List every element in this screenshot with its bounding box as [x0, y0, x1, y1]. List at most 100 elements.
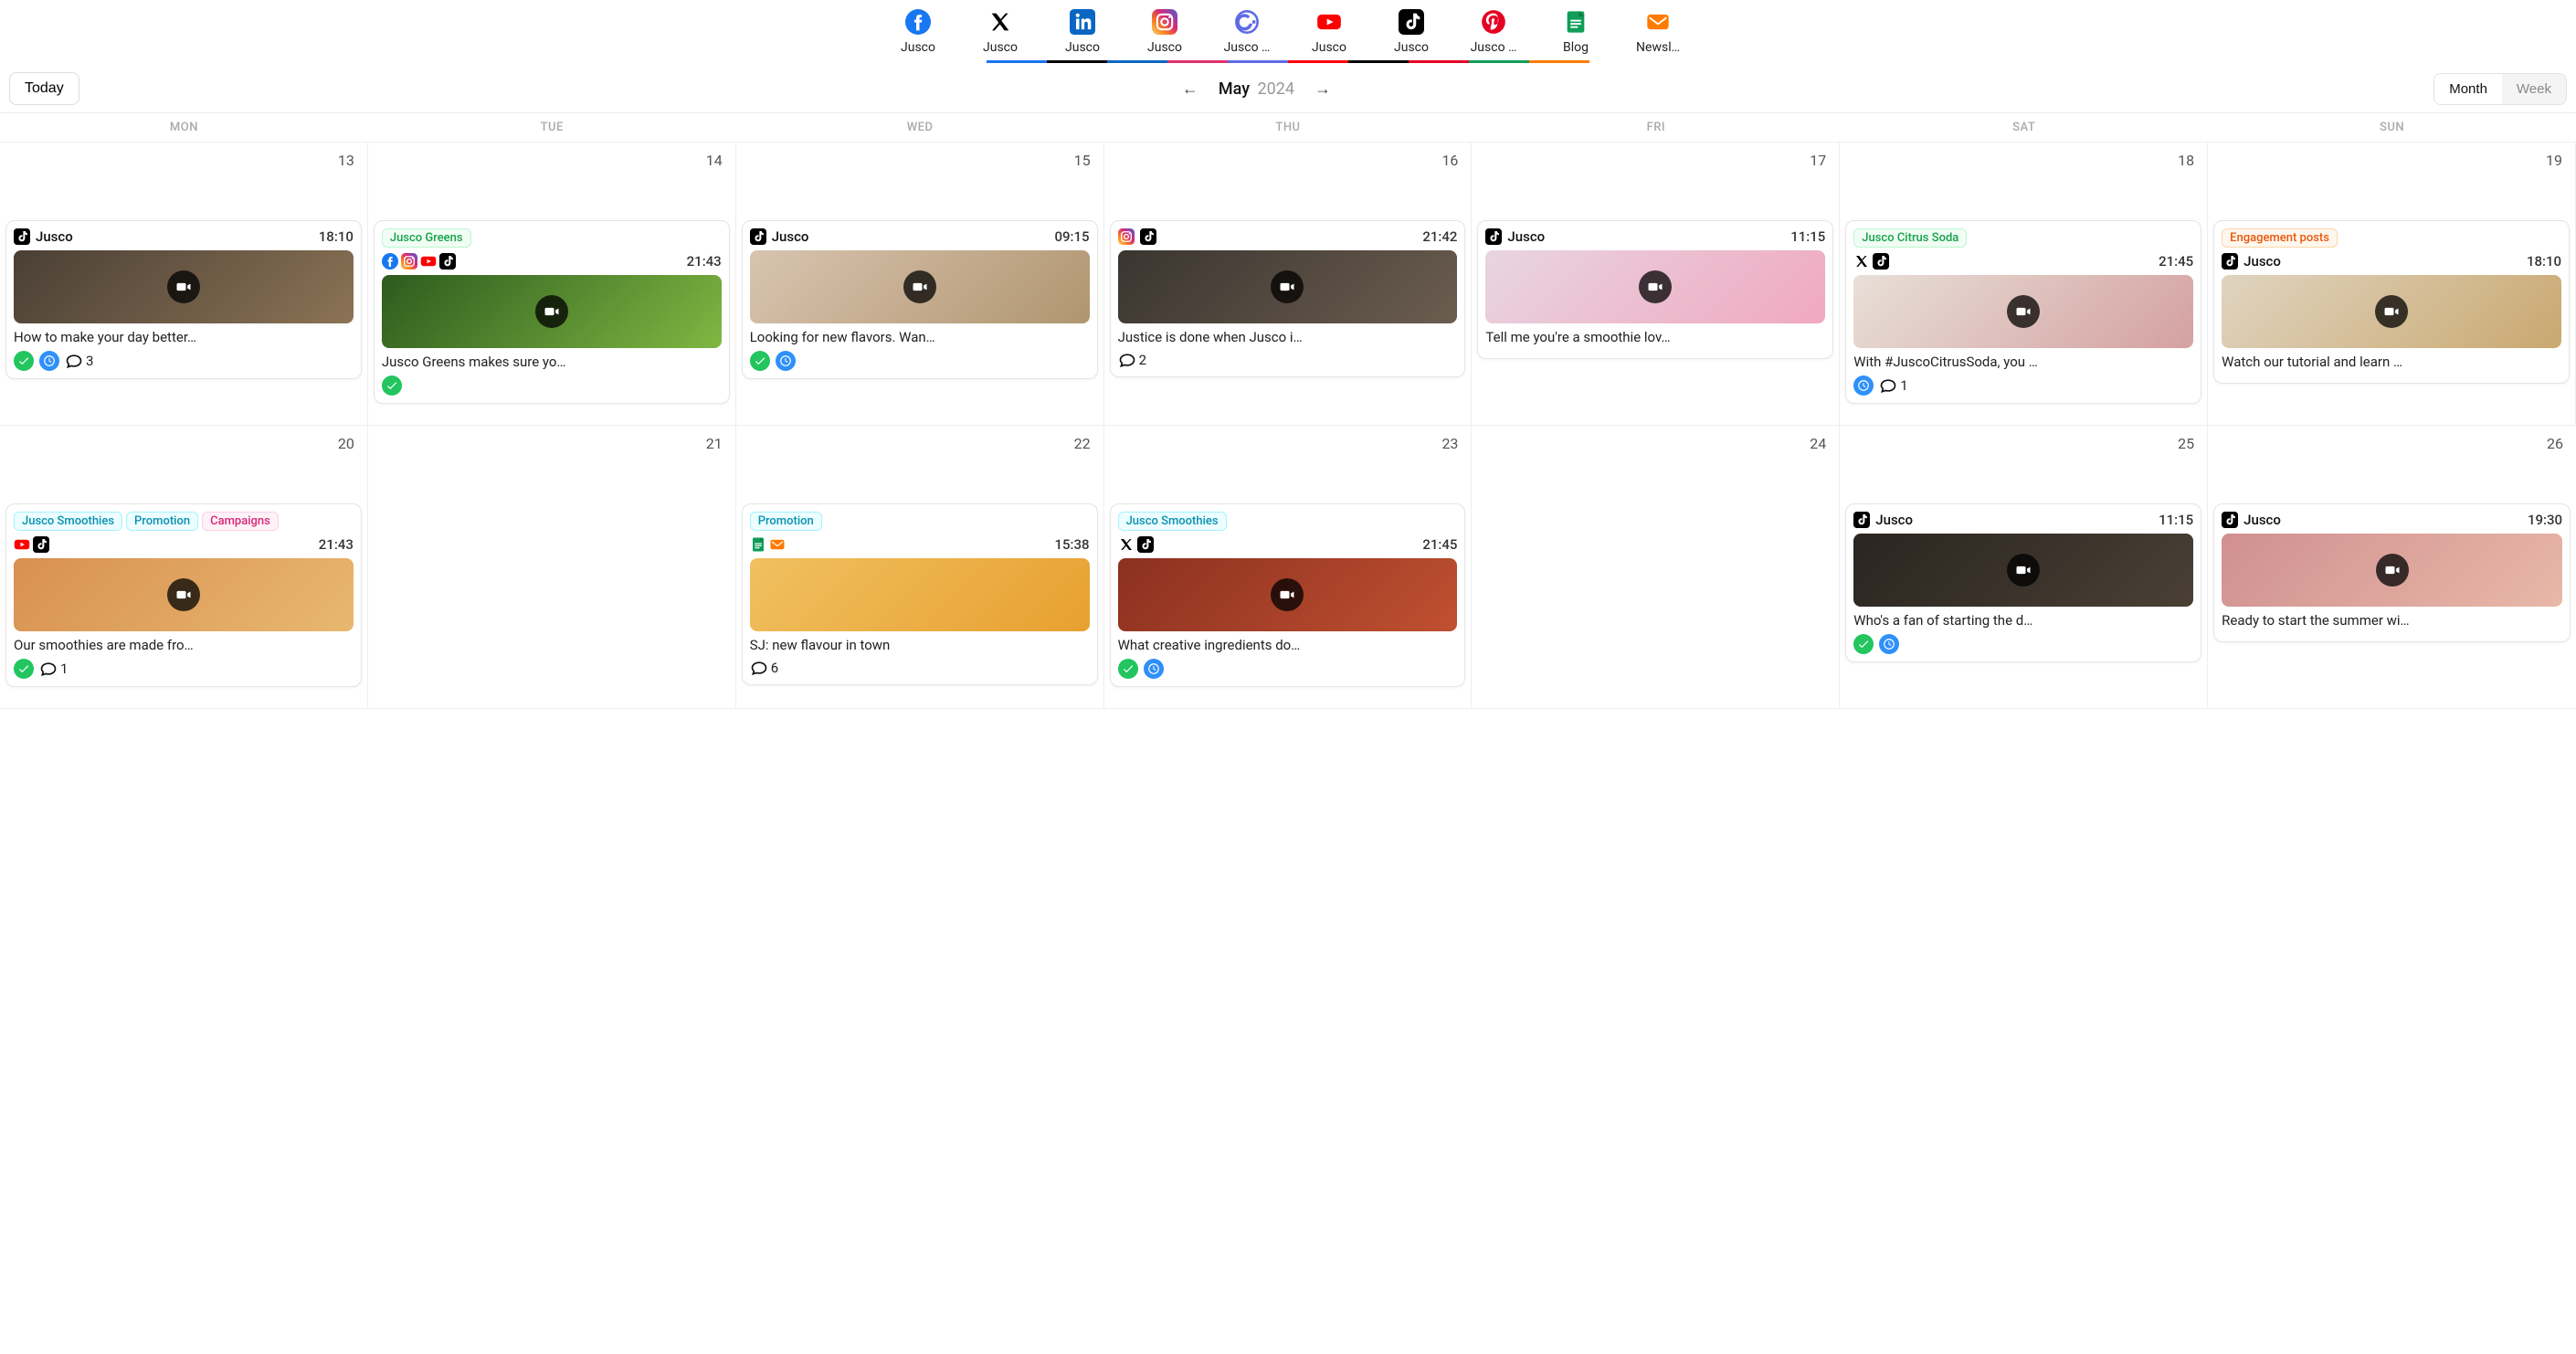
- channel-google[interactable]: Jusco …: [1223, 9, 1271, 55]
- post-card[interactable]: Jusco 09:15 Looking for new flavors. Wan…: [742, 220, 1098, 379]
- account-name: Jusco: [36, 228, 73, 245]
- day-number: 19: [2213, 150, 2570, 175]
- calendar-cell[interactable]: 25Jusco11:15Who's a fan of starting the …: [1840, 426, 2208, 709]
- post-time: 09:15: [1055, 228, 1090, 245]
- prev-month-arrow[interactable]: ←: [1177, 76, 1204, 102]
- channel-label: Jusco: [983, 40, 1018, 55]
- approved-icon: [750, 351, 770, 371]
- calendar-cell[interactable]: 21: [368, 426, 736, 709]
- month-year-label: May 2024: [1219, 79, 1294, 99]
- channel-instagram[interactable]: Jusco: [1141, 9, 1188, 55]
- channel-facebook[interactable]: Jusco: [894, 9, 942, 55]
- comment-count: 6: [750, 659, 778, 677]
- post-time: 18:10: [319, 228, 354, 245]
- post-time: 21:45: [1422, 536, 1457, 553]
- video-icon: [167, 270, 200, 303]
- calendar-cell[interactable]: 1621:42Justice is done when Jusco i…2: [1104, 143, 1473, 426]
- channel-docs[interactable]: Blog: [1552, 9, 1599, 55]
- calendar-cell[interactable]: 26Jusco19:30Ready to start the summer wi…: [2208, 426, 2576, 709]
- channel-tabs: Jusco Jusco Jusco Jusco Jusco … Jusco Ju…: [0, 0, 2576, 55]
- post-card[interactable]: Engagement postsJusco18:10Watch our tuto…: [2213, 220, 2570, 384]
- account-name: Jusco: [772, 228, 809, 245]
- day-number: 24: [1477, 433, 1833, 458]
- post-caption: Ready to start the summer wi…: [2222, 612, 2562, 629]
- status-row: 6: [750, 659, 1090, 677]
- docs-icon: [750, 536, 766, 553]
- calendar-cell[interactable]: 23Jusco Smoothies21:45What creative ingr…: [1104, 426, 1473, 709]
- post-card[interactable]: Jusco SmoothiesPromotionCampaigns21:43Ou…: [5, 503, 362, 687]
- post-caption: What creative ingredients do…: [1118, 637, 1458, 653]
- tiktok-icon: [1137, 536, 1154, 553]
- post-tag: Promotion: [750, 512, 822, 531]
- tiktok-icon: [439, 253, 456, 270]
- tiktok-icon: [2222, 512, 2238, 528]
- post-card[interactable]: Jusco Smoothies21:45What creative ingred…: [1110, 503, 1466, 687]
- account-name: Jusco: [1507, 228, 1545, 245]
- post-thumbnail: [1485, 250, 1825, 323]
- post-card[interactable]: Jusco11:15Tell me you're a smoothie lov…: [1477, 220, 1833, 359]
- post-time: 15:38: [1055, 536, 1090, 553]
- approved-icon: [1853, 634, 1874, 654]
- today-button[interactable]: Today: [9, 72, 79, 105]
- status-row: [1118, 659, 1458, 679]
- weekday-label: SUN: [2208, 113, 2576, 143]
- scheduled-icon: [776, 351, 796, 371]
- post-thumbnail: [1853, 275, 2193, 348]
- status-row: [750, 351, 1090, 371]
- post-card[interactable]: Jusco19:30Ready to start the summer wi…: [2213, 503, 2571, 642]
- channel-x[interactable]: Jusco: [977, 9, 1024, 55]
- post-card[interactable]: Jusco18:10How to make your day better…3: [5, 220, 362, 379]
- instagram-icon: [1118, 228, 1135, 245]
- post-thumbnail: [382, 275, 722, 348]
- channel-label: Jusco …: [1471, 40, 1517, 55]
- approved-icon: [1118, 659, 1138, 679]
- weekday-label: SAT: [1840, 113, 2208, 143]
- post-card[interactable]: 21:42Justice is done when Jusco i…2: [1110, 220, 1466, 377]
- approved-icon: [14, 659, 34, 679]
- channel-mail[interactable]: Newsl…: [1634, 9, 1682, 55]
- calendar-cell[interactable]: 17 Jusco11:15Tell me you're a smoothie lo…: [1472, 143, 1840, 426]
- weekday-label: MON: [0, 113, 368, 143]
- channel-linkedin[interactable]: Jusco: [1059, 9, 1106, 55]
- day-number: 22: [742, 433, 1098, 458]
- day-number: 21: [374, 433, 730, 458]
- status-row: [1853, 634, 2193, 654]
- calendar-cell[interactable]: 14Jusco Greens21:43Jusco Greens makes su…: [368, 143, 736, 426]
- post-card[interactable]: Jusco11:15Who's a fan of starting the d…: [1845, 503, 2201, 662]
- post-thumbnail: [1118, 250, 1458, 323]
- channel-tiktok[interactable]: Jusco: [1388, 9, 1435, 55]
- scheduled-icon: [1853, 376, 1874, 396]
- calendar-cell[interactable]: 15 Jusco 09:15 Looking for new flavors. Wan…: [736, 143, 1104, 426]
- channel-pinterest[interactable]: Jusco …: [1470, 9, 1517, 55]
- calendar-cell[interactable]: 19 Engagement postsJusco18:10Watch our tu…: [2208, 143, 2576, 426]
- post-card[interactable]: Promotion15:38SJ: new flavour in town6: [742, 503, 1098, 685]
- channel-youtube[interactable]: Jusco: [1305, 9, 1353, 55]
- x-icon: [987, 9, 1013, 35]
- calendar-cell[interactable]: 22Promotion15:38SJ: new flavour in town6: [736, 426, 1104, 709]
- instagram-icon: [401, 253, 417, 270]
- post-card[interactable]: Jusco Greens21:43Jusco Greens makes sure…: [374, 220, 730, 404]
- calendar-cell[interactable]: 20Jusco SmoothiesPromotionCampaigns21:43…: [0, 426, 368, 709]
- status-row: 3: [14, 351, 354, 371]
- day-number: 17: [1477, 150, 1833, 175]
- calendar-cell[interactable]: 13Jusco18:10How to make your day better……: [0, 143, 368, 426]
- post-tag: Jusco Greens: [382, 228, 471, 248]
- post-caption: Looking for new flavors. Wan…: [750, 329, 1090, 345]
- channel-label: Jusco …: [1224, 40, 1271, 55]
- channel-label: Jusco: [901, 40, 935, 55]
- calendar-cell[interactable]: 18Jusco Citrus Soda21:45With #JuscoCitru…: [1840, 143, 2208, 426]
- pinterest-icon: [1481, 9, 1506, 35]
- tiktok-icon: [1140, 228, 1156, 245]
- view-week-button[interactable]: Week: [2502, 74, 2566, 104]
- post-caption: Tell me you're a smoothie lov…: [1485, 329, 1825, 345]
- month-navigator: ← May 2024 →: [1177, 76, 1336, 102]
- post-card[interactable]: Jusco Citrus Soda21:45With #JuscoCitrusS…: [1845, 220, 2201, 404]
- view-month-button[interactable]: Month: [2434, 74, 2502, 104]
- channel-label: Blog: [1563, 40, 1589, 55]
- day-number: 15: [742, 150, 1098, 175]
- calendar-cell[interactable]: 24: [1472, 426, 1840, 709]
- mail-icon: [769, 536, 786, 553]
- video-icon: [1271, 270, 1304, 303]
- next-month-arrow[interactable]: →: [1309, 76, 1336, 102]
- facebook-icon: [905, 9, 931, 35]
